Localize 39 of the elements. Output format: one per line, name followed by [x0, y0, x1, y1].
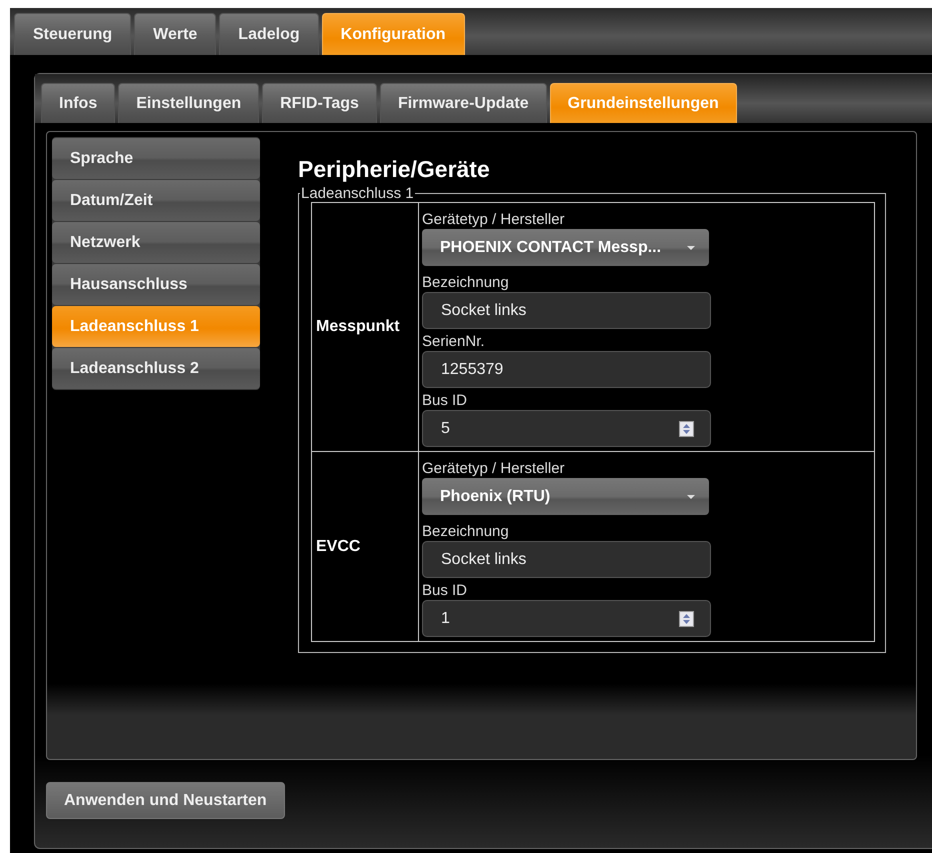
input-field[interactable]: Socket links [422, 541, 711, 578]
field-label: Bus ID [422, 392, 468, 409]
row-label: EVCC [316, 538, 360, 554]
field-value: 5 [441, 420, 450, 438]
field-label: Bezeichnung [422, 523, 509, 540]
device-dropdown[interactable]: Phoenix (RTU) [422, 478, 709, 515]
field-label: Gerätetyp / Hersteller [422, 460, 565, 477]
sidebar-item[interactable]: Hausanschluss [52, 264, 260, 305]
dropdown-value: PHOENIX CONTACT Messp... [440, 238, 662, 256]
caret-icon [687, 494, 695, 498]
sidebar-item[interactable]: Sprache [52, 138, 260, 179]
settings-tab[interactable]: Infos [41, 83, 116, 123]
nav-tab[interactable]: Werte [134, 13, 216, 55]
field-value: 1 [441, 610, 450, 628]
spinner-icon[interactable] [679, 420, 694, 436]
sidebar-item[interactable]: Ladeanschluss 2 [52, 348, 260, 389]
dropdown-value: Phoenix (RTU) [440, 488, 550, 506]
nav-tab[interactable]: Steuerung [14, 13, 132, 55]
settings-tab[interactable]: Firmware-Update [380, 83, 547, 123]
spinner-icon[interactable] [679, 610, 694, 626]
number-field[interactable]: 1 [422, 600, 711, 637]
caret-icon [687, 246, 695, 250]
settings-tab[interactable]: Einstellungen [118, 83, 260, 123]
number-field[interactable]: 5 [422, 410, 711, 447]
sidebar-item[interactable]: Netzwerk [52, 222, 260, 263]
field-label: Gerätetyp / Hersteller [422, 211, 565, 228]
row-label: Messpunkt [316, 318, 400, 335]
device-dropdown[interactable]: PHOENIX CONTACT Messp... [422, 229, 709, 266]
input-field[interactable]: 1255379 [422, 351, 711, 388]
field-label: SerienNr. [422, 333, 485, 350]
section-title: Peripherie/Geräte [298, 156, 491, 183]
nav-tab[interactable]: Ladelog [219, 13, 319, 55]
field-label: Bus ID [422, 582, 468, 599]
field-label: Bezeichnung [422, 274, 509, 291]
settings-tab[interactable]: RFID-Tags [262, 83, 377, 123]
apply-restart-button[interactable]: Anwenden und Neustarten [46, 782, 285, 819]
input-field[interactable]: Socket links [422, 292, 711, 329]
group-legend: Ladeanschluss 1 [300, 185, 415, 202]
sidebar-item[interactable]: Datum/Zeit [52, 180, 260, 221]
